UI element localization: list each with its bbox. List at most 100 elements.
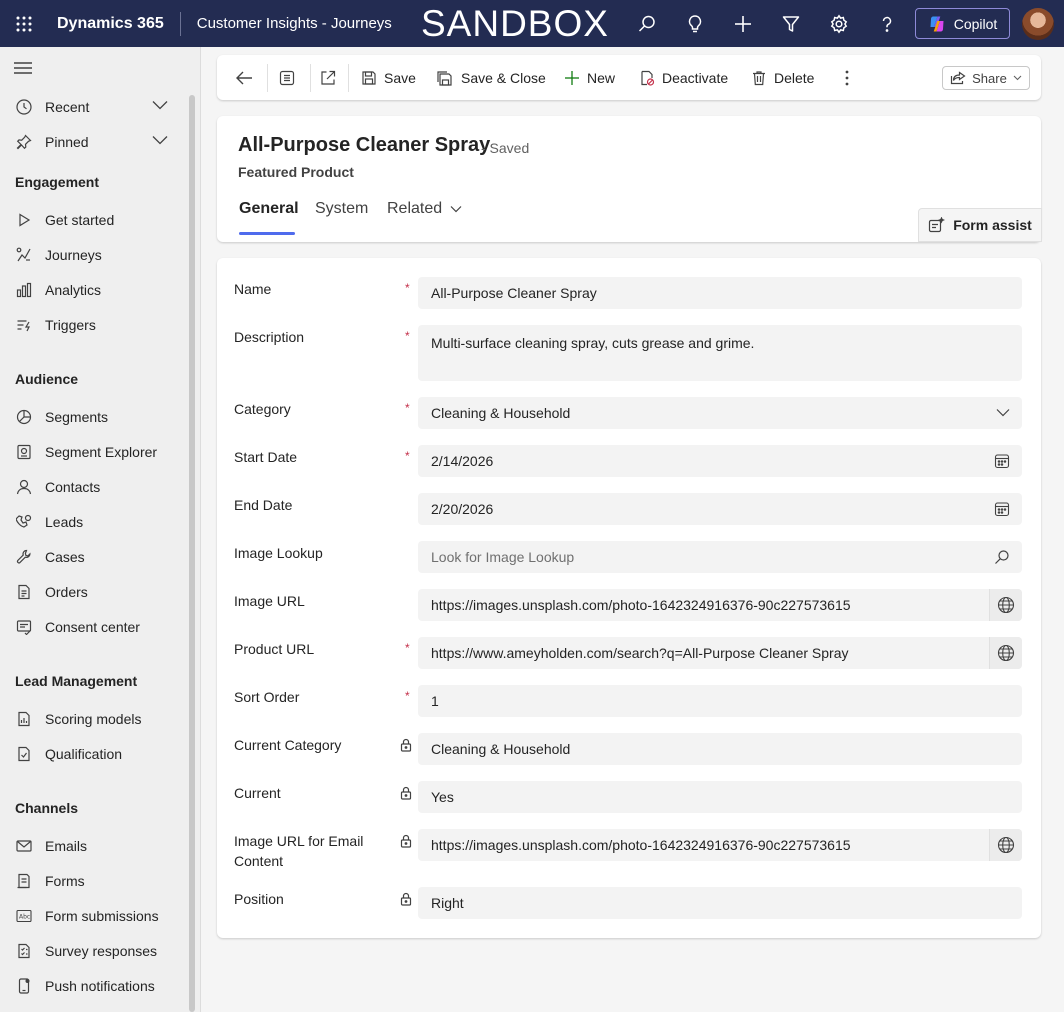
share-button[interactable]: Share bbox=[942, 66, 1030, 90]
field-label: Description bbox=[234, 329, 305, 345]
field-value: Yes bbox=[431, 789, 454, 805]
save-label: Save bbox=[384, 69, 416, 86]
tab-system[interactable]: System bbox=[315, 200, 368, 218]
required-marker: * bbox=[405, 449, 410, 463]
sidebar-item-leads[interactable]: Leads bbox=[0, 504, 185, 539]
tab-general[interactable]: General bbox=[239, 200, 299, 218]
field-label: Sort Order bbox=[234, 689, 300, 705]
calendar-icon[interactable] bbox=[994, 501, 1010, 517]
plus-icon bbox=[564, 70, 580, 86]
sidebar-item-contacts[interactable]: Contacts bbox=[0, 469, 185, 504]
field-value: 1 bbox=[431, 693, 439, 709]
journey-icon bbox=[15, 246, 33, 264]
field-value: 2/14/2026 bbox=[431, 453, 494, 469]
tab-related[interactable]: Related bbox=[387, 200, 462, 218]
command-separator bbox=[348, 64, 349, 92]
brand-title[interactable]: Dynamics 365 bbox=[57, 15, 164, 33]
chevron-down-icon[interactable] bbox=[152, 135, 168, 145]
form-selector-button[interactable] bbox=[279, 55, 295, 100]
deactivate-label: Deactivate bbox=[662, 69, 729, 86]
deactivate-button[interactable]: Deactivate bbox=[639, 55, 728, 100]
sidebar-item-triggers[interactable]: Triggers bbox=[0, 307, 185, 342]
filter-icon[interactable] bbox=[767, 0, 815, 47]
sidebar-item-label: Qualification bbox=[45, 745, 123, 762]
chevron-down-icon bbox=[996, 408, 1010, 417]
save-button[interactable]: Save bbox=[361, 55, 416, 100]
calendar-icon[interactable] bbox=[994, 453, 1010, 469]
end-date-field[interactable]: 2/20/2026 bbox=[418, 493, 1022, 525]
sidebar-item-journeys[interactable]: Journeys bbox=[0, 237, 185, 272]
sidebar-item-forms[interactable]: Forms bbox=[0, 863, 185, 898]
current-field[interactable]: Yes bbox=[418, 781, 1022, 813]
sidebar-item-label: Leads bbox=[45, 513, 84, 530]
sidebar-item-orders[interactable]: Orders bbox=[0, 574, 185, 609]
lock-icon bbox=[400, 738, 412, 752]
open-url-button[interactable] bbox=[989, 829, 1022, 861]
sidebar-item-scoring-models[interactable]: Scoring models bbox=[0, 701, 185, 736]
sidebar-item-qualification[interactable]: Qualification bbox=[0, 736, 185, 771]
app-launcher-icon[interactable] bbox=[0, 0, 48, 47]
image-url-field[interactable]: https://images.unsplash.com/photo-164232… bbox=[418, 589, 1022, 621]
name-field[interactable]: All-Purpose Cleaner Spray bbox=[418, 277, 1022, 309]
sidebar-item-consent-center[interactable]: Consent center bbox=[0, 609, 185, 644]
sidebar-item-label: Analytics bbox=[45, 281, 102, 298]
open-url-button[interactable] bbox=[989, 589, 1022, 621]
more-commands-button[interactable] bbox=[845, 55, 849, 100]
chevron-down-icon[interactable] bbox=[152, 100, 168, 110]
hamburger-icon[interactable] bbox=[14, 61, 32, 75]
new-button[interactable]: New bbox=[564, 55, 615, 100]
delete-button[interactable]: Delete bbox=[751, 55, 814, 100]
save-close-button[interactable]: Save & Close bbox=[436, 55, 546, 100]
image-url-email-field[interactable]: https://images.unsplash.com/photo-164232… bbox=[418, 829, 1022, 861]
lightbulb-icon[interactable] bbox=[671, 0, 719, 47]
sidebar-item-analytics[interactable]: Analytics bbox=[0, 272, 185, 307]
active-tab-indicator bbox=[239, 232, 295, 235]
sidebar-item-label: Segment Explorer bbox=[45, 443, 158, 460]
sidebar-item-form-submissions[interactable]: Abc Form submissions bbox=[0, 898, 185, 933]
sidebar-item-survey-responses[interactable]: Survey responses bbox=[0, 933, 185, 968]
sidebar-item-pinned[interactable]: Pinned bbox=[0, 124, 185, 159]
gear-icon[interactable] bbox=[815, 0, 863, 47]
position-field[interactable]: Right bbox=[418, 887, 1022, 919]
field-label: Position bbox=[234, 891, 284, 907]
sidebar-item-segment-explorer[interactable]: Segment Explorer bbox=[0, 434, 185, 469]
help-icon[interactable] bbox=[863, 0, 911, 47]
sidebar-item-emails[interactable]: Emails bbox=[0, 828, 185, 863]
sidebar-scrollbar[interactable] bbox=[189, 95, 195, 1012]
sidebar-item-push-notifications[interactable]: Push notifications bbox=[0, 968, 185, 1003]
field-value: https://images.unsplash.com/photo-164232… bbox=[431, 837, 851, 853]
required-marker: * bbox=[405, 689, 410, 703]
pin-icon bbox=[15, 133, 33, 151]
sidebar-item-cases[interactable]: Cases bbox=[0, 539, 185, 574]
app-name[interactable]: Customer Insights - Journeys bbox=[197, 15, 392, 32]
back-button[interactable] bbox=[235, 55, 253, 100]
category-select[interactable]: Cleaning & Household bbox=[418, 397, 1022, 429]
search-icon[interactable] bbox=[994, 549, 1010, 565]
sort-order-field[interactable]: 1 bbox=[418, 685, 1022, 717]
current-category-field[interactable]: Cleaning & Household bbox=[418, 733, 1022, 765]
sidebar-item-segments[interactable]: Segments bbox=[0, 399, 185, 434]
chevron-down-icon bbox=[1013, 75, 1022, 81]
lock-icon bbox=[400, 892, 412, 906]
copilot-button[interactable]: Copilot bbox=[915, 8, 1010, 39]
search-icon[interactable] bbox=[623, 0, 671, 47]
sidebar-item-label: Journeys bbox=[45, 246, 102, 263]
open-url-button[interactable] bbox=[989, 637, 1022, 669]
description-field[interactable]: Multi-surface cleaning spray, cuts greas… bbox=[418, 325, 1022, 381]
image-lookup-input[interactable]: Look for Image Lookup bbox=[418, 541, 1022, 573]
save-close-label: Save & Close bbox=[461, 69, 546, 86]
open-new-window-button[interactable] bbox=[320, 55, 336, 100]
form-assist-icon bbox=[928, 217, 946, 233]
sidebar-item-recent[interactable]: Recent bbox=[0, 89, 185, 124]
copilot-label: Copilot bbox=[953, 15, 998, 32]
field-value: Cleaning & Household bbox=[431, 741, 571, 757]
avatar[interactable] bbox=[1022, 7, 1054, 40]
sidebar-item-label: Orders bbox=[45, 583, 88, 600]
start-date-field[interactable]: 2/14/2026 bbox=[418, 445, 1022, 477]
sidebar-item-label: Survey responses bbox=[45, 942, 158, 959]
form-assist-button[interactable]: Form assist bbox=[918, 208, 1042, 242]
product-url-field[interactable]: https://www.ameyholden.com/search?q=All-… bbox=[418, 637, 1022, 669]
lock-icon bbox=[400, 834, 412, 848]
sidebar-item-get-started[interactable]: Get started bbox=[0, 202, 185, 237]
plus-icon[interactable] bbox=[719, 0, 767, 47]
